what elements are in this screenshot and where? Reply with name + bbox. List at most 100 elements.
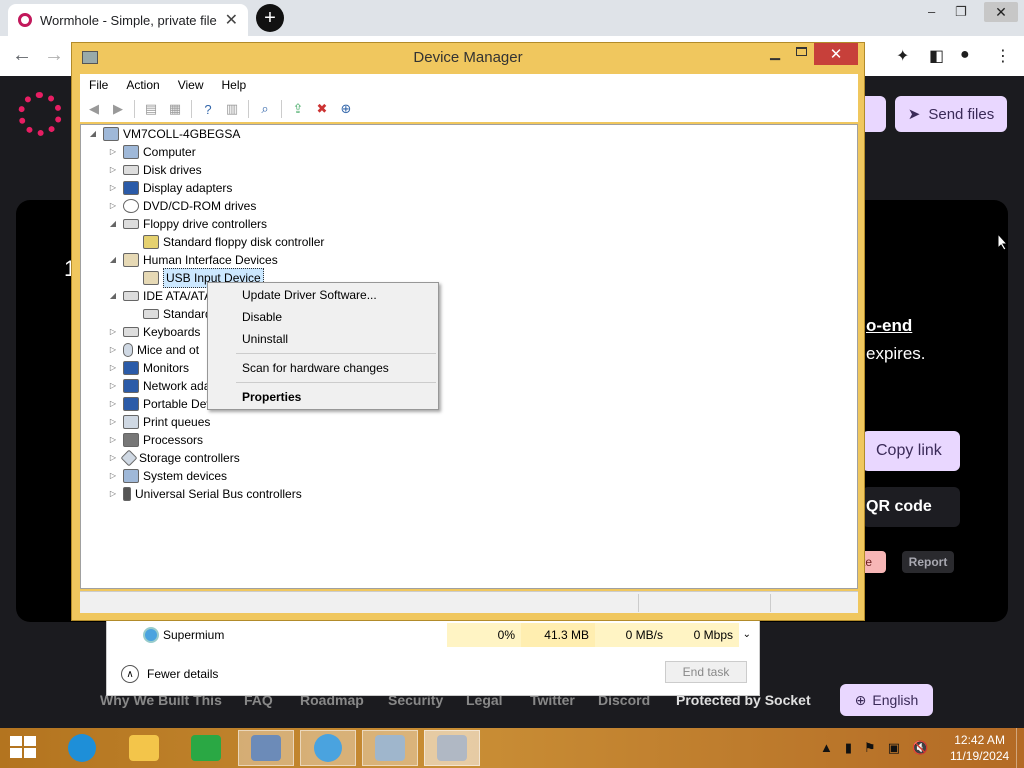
tree-node-monitors[interactable]: ▷ Monitors	[107, 359, 189, 377]
help-icon[interactable]: ?	[198, 99, 218, 119]
copy-link-button[interactable]: Copy link	[862, 431, 960, 471]
forward-arrow-icon[interactable]: ▶	[108, 99, 128, 119]
expand-icon[interactable]: ▷	[107, 359, 119, 377]
tree-node-display-adapters[interactable]: ▷ Display adapters	[107, 179, 232, 197]
ctx-disable[interactable]: Disable	[242, 310, 282, 324]
tree-node-floppy-device[interactable]: Standard floppy disk controller	[127, 233, 324, 251]
send-files-button[interactable]: ➤ Send files	[895, 96, 1007, 132]
device-manager-window: Device Manager ▁ ✕ File Action View Help…	[71, 42, 865, 621]
action-center-flag-icon[interactable]: ⚑	[864, 740, 876, 756]
scroll-down-icon[interactable]: ⌄	[741, 623, 757, 647]
tree-node-computer[interactable]: ▷ Computer	[107, 143, 196, 161]
browser-minimize-button[interactable]: –	[928, 4, 935, 19]
performance-monitor-icon[interactable]	[362, 730, 418, 766]
tree-node-mice[interactable]: ▷ Mice and ot	[107, 341, 199, 359]
processor-icon	[123, 433, 139, 447]
scan-hardware-icon[interactable]: ⌕	[255, 99, 275, 119]
profile-icon[interactable]: ●	[960, 46, 970, 64]
tree-node-system-devices[interactable]: ▷ System devices	[107, 467, 227, 485]
expand-icon[interactable]: ▷	[107, 161, 119, 179]
maximize-button[interactable]	[796, 47, 807, 56]
clock[interactable]: 12:42 AM 11/19/2024	[950, 732, 1009, 764]
collapse-icon[interactable]: ◢	[107, 251, 119, 269]
expand-icon[interactable]: ▷	[107, 413, 119, 431]
expand-icon[interactable]: ▷	[107, 449, 119, 467]
ctx-update-driver[interactable]: Update Driver Software...	[242, 288, 377, 302]
tree-node-usb-controllers[interactable]: ▷ Universal Serial Bus controllers	[107, 485, 302, 503]
expand-icon[interactable]: ▷	[107, 485, 119, 503]
menu-view[interactable]: View	[169, 74, 213, 96]
extensions-icon[interactable]: ✦	[896, 46, 909, 66]
ctx-scan-hardware[interactable]: Scan for hardware changes	[242, 361, 389, 375]
network-icon	[123, 379, 139, 393]
menu-action[interactable]: Action	[117, 74, 168, 96]
tree-node-print-queues[interactable]: ▷ Print queues	[107, 413, 210, 431]
wormhole-logo-icon[interactable]	[18, 92, 62, 136]
browser-restore-button[interactable]: ❐	[955, 4, 967, 20]
tree-node-network[interactable]: ▷ Network ada	[107, 377, 210, 395]
language-button[interactable]: ⊕ English	[840, 684, 933, 716]
chrome-app-icon[interactable]	[300, 730, 356, 766]
expand-icon[interactable]: ▷	[107, 395, 119, 413]
computer-management-icon[interactable]	[424, 730, 480, 766]
tree-node-dvd[interactable]: ▷ DVD/CD-ROM drives	[107, 197, 256, 215]
device-manager-app-icon[interactable]	[238, 730, 294, 766]
tree-node-processors[interactable]: ▷ Processors	[107, 431, 203, 449]
uninstall-device-icon[interactable]: ✖	[312, 99, 332, 119]
tree-node-storage[interactable]: ▷ Storage controllers	[107, 449, 240, 467]
tree-node-portable[interactable]: ▷ Portable Dev	[107, 395, 212, 413]
store-icon[interactable]	[178, 730, 234, 766]
tree-node-ide-device[interactable]: Standard	[127, 305, 212, 323]
view-icon[interactable]: ▥	[222, 99, 242, 119]
close-button[interactable]: ✕	[814, 43, 858, 65]
tray-device-icon[interactable]: ▮	[845, 740, 852, 756]
expand-icon[interactable]: ▷	[107, 197, 119, 215]
ctx-uninstall[interactable]: Uninstall	[242, 332, 288, 346]
tab-close-icon[interactable]: ✕	[225, 10, 238, 30]
collapse-icon[interactable]: ◢	[107, 215, 119, 233]
collapse-icon[interactable]: ◢	[107, 287, 119, 305]
back-arrow-icon[interactable]: ◀	[84, 99, 104, 119]
side-panel-icon[interactable]: ◧	[929, 46, 944, 66]
enable-device-icon[interactable]: ⊕	[336, 99, 356, 119]
properties-sheet-icon[interactable]: ▦	[165, 99, 185, 119]
tree-node-floppy-controllers[interactable]: ◢ Floppy drive controllers	[107, 215, 267, 233]
forward-button[interactable]: →	[44, 44, 64, 67]
minimize-button[interactable]: ▁	[770, 45, 780, 61]
browser-menu-icon[interactable]: ⋮	[995, 46, 1011, 66]
expand-icon[interactable]: ▷	[107, 341, 119, 359]
tree-node-hid[interactable]: ◢ Human Interface Devices	[107, 251, 278, 269]
update-driver-icon[interactable]: ⇪	[288, 99, 308, 119]
menu-file[interactable]: File	[80, 74, 117, 96]
internet-explorer-icon[interactable]	[54, 730, 110, 766]
qr-code-button[interactable]: QR code	[862, 487, 960, 527]
start-button[interactable]	[10, 736, 38, 760]
process-row[interactable]: Supermium 0% 41.3 MB 0 MB/s 0 Mbps ⌄	[107, 623, 757, 647]
tree-node-keyboards[interactable]: ▷ Keyboards	[107, 323, 200, 341]
expand-icon[interactable]: ▷	[107, 377, 119, 395]
tree-node-disk-drives[interactable]: ▷ Disk drives	[107, 161, 202, 179]
file-explorer-icon[interactable]	[116, 730, 172, 766]
menu-help[interactable]: Help	[213, 74, 256, 96]
expand-icon[interactable]: ▷	[107, 323, 119, 341]
expand-icon[interactable]: ▷	[107, 179, 119, 197]
end-task-button[interactable]: End task	[665, 661, 747, 683]
collapse-icon[interactable]: ◢	[87, 125, 99, 143]
show-hide-tree-icon[interactable]: ▤	[141, 99, 161, 119]
network-tray-icon[interactable]: ▣	[888, 740, 900, 756]
expand-icon[interactable]: ▷	[107, 143, 119, 161]
tray-overflow-icon[interactable]: ▲	[820, 740, 833, 756]
browser-tab[interactable]: Wormhole - Simple, private file s ✕	[8, 4, 248, 36]
fewer-details-button[interactable]: ∧ Fewer details	[121, 665, 218, 683]
tree-root[interactable]: ◢ VM7COLL-4GBEGSA	[87, 125, 240, 143]
report-button[interactable]: Report	[902, 551, 954, 573]
expand-icon[interactable]: ▷	[107, 431, 119, 449]
show-desktop-button[interactable]	[1016, 728, 1024, 768]
ctx-properties[interactable]: Properties	[242, 390, 301, 404]
delete-button[interactable]: te	[862, 551, 886, 573]
back-button[interactable]: ←	[12, 44, 32, 67]
volume-muted-icon[interactable]: 🔇	[912, 740, 928, 756]
expand-icon[interactable]: ▷	[107, 467, 119, 485]
new-tab-button[interactable]: +	[256, 4, 284, 32]
browser-close-button[interactable]: ✕	[984, 2, 1018, 22]
